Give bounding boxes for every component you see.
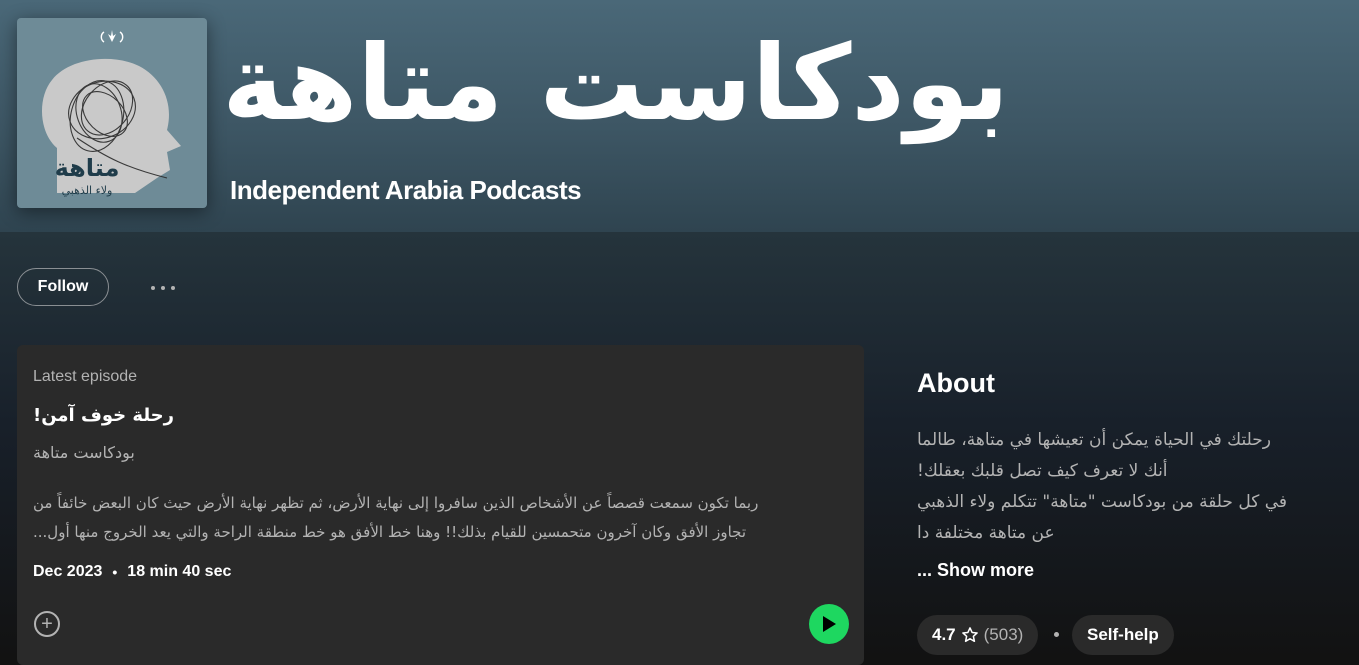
episode-date: Dec 2023 bbox=[33, 563, 103, 580]
play-icon bbox=[823, 616, 836, 632]
about-heading: About bbox=[917, 368, 995, 398]
show-more-link[interactable]: ... Show more bbox=[917, 560, 1034, 581]
about-line: رحلتك في الحياة يمكن أن تعيشها في متاهة،… bbox=[917, 430, 1271, 450]
episode-description-line: تجاوز الأفق وكان آخرون متحمسين للقيام بذ… bbox=[33, 523, 747, 541]
follow-button[interactable]: Follow bbox=[17, 268, 109, 306]
category-pill[interactable]: Self-help bbox=[1072, 615, 1174, 655]
about-line: أنك لا تعرف كيف تصل قلبك بعقلك! bbox=[917, 461, 1168, 481]
podcast-cover-image: متاهة ولاء الذهبي bbox=[17, 18, 207, 208]
publisher-name[interactable]: Independent Arabia Podcasts bbox=[230, 175, 582, 206]
latest-episode-card[interactable]: Latest episode رحلة خوف آمن! بودكاست متا… bbox=[17, 345, 864, 665]
episode-show-name[interactable]: بودكاست متاهة bbox=[33, 443, 135, 462]
episode-title[interactable]: رحلة خوف آمن! bbox=[33, 405, 174, 426]
about-description: رحلتك في الحياة يمكن أن تعيشها في متاهة،… bbox=[917, 425, 1347, 549]
play-button[interactable] bbox=[809, 604, 849, 644]
rating-pill[interactable]: 4.7 (503) bbox=[917, 615, 1039, 655]
rating-value: 4.7 bbox=[932, 625, 956, 644]
more-options-icon[interactable] bbox=[143, 276, 183, 300]
episode-description: ربما تكون سمعت قصصاً عن الأشخاص الذين سا… bbox=[33, 489, 843, 547]
episode-description-line: ربما تكون سمعت قصصاً عن الأشخاص الذين سا… bbox=[33, 494, 759, 512]
episode-duration: 18 min 40 sec bbox=[127, 563, 232, 580]
about-line: عن متاهة مختلفة دا bbox=[917, 523, 1055, 543]
star-icon bbox=[961, 627, 978, 643]
meta-separator: • bbox=[112, 564, 118, 580]
pill-separator bbox=[1054, 632, 1059, 637]
latest-episode-label: Latest episode bbox=[33, 368, 138, 385]
cover-host: ولاء الذهبي bbox=[62, 184, 113, 197]
add-to-library-icon[interactable]: + bbox=[34, 611, 60, 637]
rating-count: (503) bbox=[983, 625, 1024, 644]
about-line: في كل حلقة من بودكاست "متاهة" تتكلم ولاء… bbox=[917, 492, 1287, 512]
episode-meta: Dec 2023 • 18 min 40 sec bbox=[33, 563, 231, 581]
cover-title: متاهة bbox=[55, 154, 120, 182]
podcast-title: بودكاست متاهة bbox=[222, 22, 1010, 144]
